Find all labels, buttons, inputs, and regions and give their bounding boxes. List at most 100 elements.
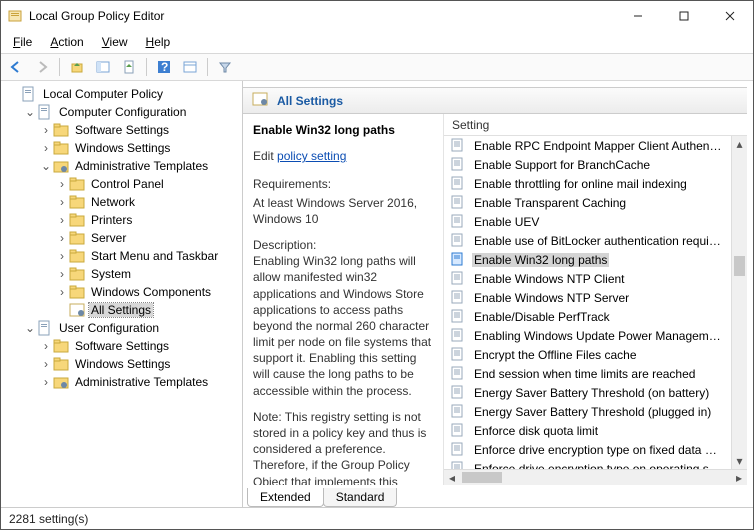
tree-admin-all-settings[interactable]: All Settings (5, 301, 242, 319)
tree-twister-icon[interactable]: › (39, 141, 53, 155)
tree-node-icon (69, 230, 85, 246)
tree-cc-admin[interactable]: ⌄ Administrative Templates (5, 157, 242, 175)
tree-twister-icon[interactable]: › (39, 375, 53, 389)
tree-user-config[interactable]: ⌄ User Configuration (5, 319, 242, 337)
list-item-label: End session when time limits are reached (472, 367, 697, 381)
scrollbar-thumb[interactable] (462, 472, 502, 483)
tree-twister-icon[interactable]: › (55, 195, 69, 209)
tree-node-label: Software Settings (73, 123, 171, 137)
list-item-label: Enforce disk quota limit (472, 424, 600, 438)
scroll-down-icon[interactable]: ▾ (732, 453, 747, 469)
list-column-header[interactable]: Setting (444, 114, 747, 136)
tree-computer-config[interactable]: ⌄ Computer Configuration (5, 103, 242, 121)
toolbar-separator (146, 58, 147, 76)
filter-button[interactable] (214, 56, 236, 78)
tree-twister-icon[interactable]: › (55, 231, 69, 245)
forward-button[interactable] (31, 56, 53, 78)
tree-admin-system[interactable]: › System (5, 265, 242, 283)
help-button[interactable]: ? (153, 56, 175, 78)
tree-node-icon (69, 194, 85, 210)
tree-twister-icon[interactable]: ⌄ (23, 321, 37, 335)
tree-node-label: All Settings (89, 303, 153, 317)
tab-standard[interactable]: Standard (323, 488, 398, 507)
tree-node-label: User Configuration (57, 321, 161, 335)
tree-twister-icon[interactable]: ⌄ (23, 105, 37, 119)
tree-twister-icon[interactable]: › (55, 177, 69, 191)
tree-admin-control-panel[interactable]: › Control Panel (5, 175, 242, 193)
toolbar-separator (59, 58, 60, 76)
scroll-left-icon[interactable]: ◂ (444, 470, 460, 485)
list-item[interactable]: Enforce drive encryption type on operati… (444, 459, 731, 469)
list-item[interactable]: Encrypt the Offline Files cache (444, 345, 731, 364)
show-hide-tree-button[interactable] (92, 56, 114, 78)
menu-help[interactable]: Help (138, 33, 179, 51)
tab-extended[interactable]: Extended (247, 488, 324, 507)
list-item[interactable]: Enable Windows NTP Server (444, 288, 731, 307)
menu-file[interactable]: File (5, 33, 40, 51)
scroll-up-icon[interactable]: ▴ (732, 136, 747, 152)
tree-cc-software[interactable]: › Software Settings (5, 121, 242, 139)
list-item[interactable]: Enable throttling for online mail indexi… (444, 174, 731, 193)
list-item[interactable]: End session when time limits are reached (444, 364, 731, 383)
tree-admin-windows-components[interactable]: › Windows Components (5, 283, 242, 301)
tree-uc-windows[interactable]: › Windows Settings (5, 355, 242, 373)
scroll-right-icon[interactable]: ▸ (731, 470, 747, 485)
list-item[interactable]: Enforce drive encryption type on fixed d… (444, 440, 731, 459)
tree-node-label: Computer Configuration (57, 105, 188, 119)
list-item[interactable]: Enable Transparent Caching (444, 193, 731, 212)
list-item[interactable]: Energy Saver Battery Threshold (plugged … (444, 402, 731, 421)
tree-admin-start-menu-and-taskbar[interactable]: › Start Menu and Taskbar (5, 247, 242, 265)
list-item[interactable]: Enable Windows NTP Client (444, 269, 731, 288)
tree-uc-software[interactable]: › Software Settings (5, 337, 242, 355)
list-item[interactable]: Enabling Windows Update Power Management (444, 326, 731, 345)
setting-icon (450, 233, 466, 249)
tree-admin-printers[interactable]: › Printers (5, 211, 242, 229)
tree-twister-icon[interactable]: › (39, 357, 53, 371)
close-button[interactable] (707, 1, 753, 31)
tree-root[interactable]: Local Computer Policy (5, 85, 242, 103)
properties-button[interactable] (179, 56, 201, 78)
back-button[interactable] (5, 56, 27, 78)
list-item-label: Enforce drive encryption type on operati… (472, 462, 725, 470)
tree-admin-server[interactable]: › Server (5, 229, 242, 247)
tree-twister-icon[interactable]: ⌄ (39, 159, 53, 173)
horizontal-scrollbar[interactable]: ◂ ▸ (444, 469, 747, 485)
list-item[interactable]: Enable Win32 long paths (444, 250, 731, 269)
tree-node-icon (53, 140, 69, 156)
toolbar: ? (1, 53, 753, 81)
maximize-button[interactable] (661, 1, 707, 31)
menu-view[interactable]: View (94, 33, 136, 51)
setting-icon (450, 290, 466, 306)
settings-list[interactable]: Enable RPC Endpoint Mapper Client Authen… (444, 136, 731, 469)
tree-cc-windows[interactable]: › Windows Settings (5, 139, 242, 157)
list-item[interactable]: Enable UEV (444, 212, 731, 231)
title-bar: Local Group Policy Editor (1, 1, 753, 31)
minimize-button[interactable] (615, 1, 661, 31)
list-item[interactable]: Energy Saver Battery Threshold (on batte… (444, 383, 731, 402)
list-item-label: Energy Saver Battery Threshold (plugged … (472, 405, 713, 419)
tree-uc-admin[interactable]: › Administrative Templates (5, 373, 242, 391)
tree-node-icon (69, 212, 85, 228)
list-item[interactable]: Enable RPC Endpoint Mapper Client Authen… (444, 136, 731, 155)
export-button[interactable] (118, 56, 140, 78)
tree-twister-icon[interactable]: › (55, 285, 69, 299)
window-title: Local Group Policy Editor (29, 9, 615, 23)
list-item[interactable]: Enable Support for BranchCache (444, 155, 731, 174)
tree-pane[interactable]: Local Computer Policy ⌄ Computer Configu… (1, 81, 243, 507)
list-item[interactable]: Enable use of BitLocker authentication r… (444, 231, 731, 250)
tree-twister-icon[interactable]: › (55, 249, 69, 263)
scrollbar-thumb[interactable] (734, 256, 745, 276)
vertical-scrollbar[interactable]: ▴ ▾ (731, 136, 747, 469)
tree-twister-icon[interactable]: › (55, 213, 69, 227)
list-item[interactable]: Enforce disk quota limit (444, 421, 731, 440)
list-item[interactable]: Enable/Disable PerfTrack (444, 307, 731, 326)
tree-node-icon (69, 248, 85, 264)
tree-twister-icon[interactable]: › (39, 339, 53, 353)
up-button[interactable] (66, 56, 88, 78)
menu-action[interactable]: Action (42, 33, 91, 51)
edit-policy-link[interactable]: policy setting (277, 149, 346, 163)
tree-twister-icon[interactable]: › (39, 123, 53, 137)
tree-admin-network[interactable]: › Network (5, 193, 242, 211)
list-item-label: Enabling Windows Update Power Management (472, 329, 725, 343)
tree-twister-icon[interactable]: › (55, 267, 69, 281)
